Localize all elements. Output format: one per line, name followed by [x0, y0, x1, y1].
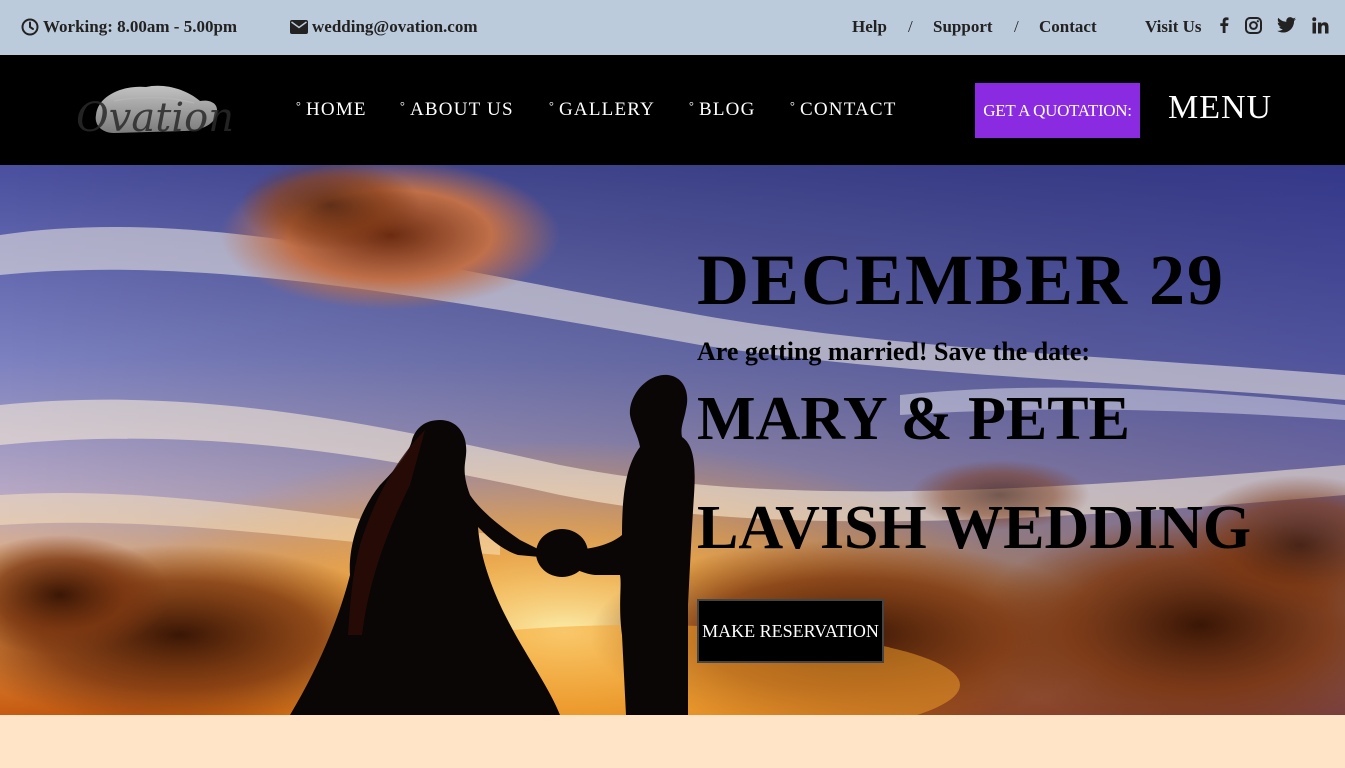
nav-blog[interactable]: ° BLOG — [689, 99, 756, 121]
get-quotation-button[interactable]: GET A QUOTATION: — [975, 83, 1140, 138]
support-link[interactable]: Support — [933, 17, 993, 37]
hero-banner: DECEMBER 29 Are getting married! Save th… — [0, 165, 1345, 715]
nav-about-us[interactable]: ° ABOUT US — [400, 99, 514, 121]
contact-link[interactable]: Contact — [1039, 17, 1097, 37]
separator: / — [1014, 17, 1019, 36]
help-link[interactable]: Help — [852, 17, 887, 37]
email-link[interactable]: wedding@ovation.com — [290, 17, 478, 37]
nav-blog-label: BLOG — [699, 99, 756, 120]
nav-contact-label: CONTACT — [800, 99, 897, 120]
facebook-icon[interactable] — [1219, 17, 1229, 33]
nav-bullet: ° — [689, 99, 695, 113]
instagram-icon[interactable] — [1245, 17, 1262, 34]
nav-bullet: ° — [400, 99, 406, 113]
make-reservation-button[interactable]: MAKE RESERVATION — [697, 599, 884, 663]
nav-bullet: ° — [790, 99, 796, 113]
nav-gallery-label: GALLERY — [559, 99, 656, 120]
hero-tagline: LAVISH WEDDING — [697, 494, 1252, 562]
nav-about-us-label: ABOUT US — [410, 99, 514, 120]
menu-button[interactable]: MENU — [1168, 89, 1272, 127]
nav-bullet: ° — [549, 99, 555, 113]
main-navbar: Ovation ° HOME ° ABOUT US ° GALLERY ° BLOG °… — [0, 55, 1345, 165]
top-bar: Working: 8.00am - 5.00pm wedding@ovation… — [0, 0, 1345, 55]
nav-gallery[interactable]: ° GALLERY — [549, 99, 655, 121]
envelope-icon — [290, 20, 312, 34]
linkedin-icon[interactable] — [1312, 17, 1329, 34]
nav-home[interactable]: ° HOME — [296, 99, 367, 121]
email-text: wedding@ovation.com — [312, 17, 478, 36]
next-section — [0, 715, 1345, 768]
clock-icon — [21, 18, 43, 36]
hero-subtitle: Are getting married! Save the date: — [697, 337, 1091, 366]
nav-home-label: HOME — [306, 99, 367, 120]
nav-bullet: ° — [296, 99, 302, 113]
twitter-icon[interactable] — [1277, 17, 1296, 33]
logo-text: Ovation — [76, 95, 234, 141]
nav-contact[interactable]: ° CONTACT — [790, 99, 897, 121]
hero-couple-names: MARY & PETE — [697, 385, 1130, 453]
separator: / — [908, 17, 913, 36]
working-hours-text: Working: 8.00am - 5.00pm — [43, 17, 238, 36]
visit-us-label: Visit Us — [1145, 17, 1202, 36]
ovation-logo[interactable]: Ovation — [74, 81, 236, 141]
hero-date-heading: DECEMBER 29 — [697, 240, 1226, 320]
working-hours: Working: 8.00am - 5.00pm — [21, 17, 237, 37]
